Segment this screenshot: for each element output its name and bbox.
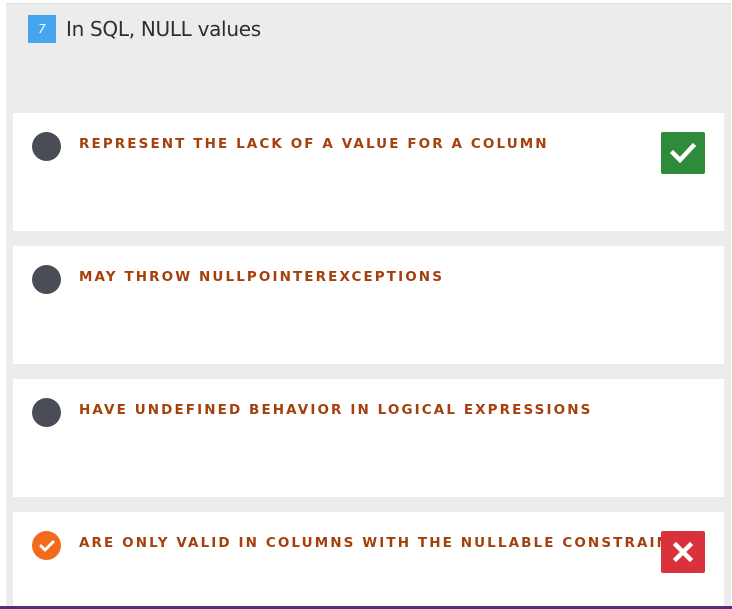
answer-option[interactable]: REPRESENT THE LACK OF A VALUE FOR A COLU… (13, 113, 724, 231)
correct-check-icon (661, 132, 705, 174)
answer-option[interactable]: MAY THROW NULLPOINTEREXCEPTIONS (13, 246, 724, 364)
option-label: ARE ONLY VALID IN COLUMNS WITH THE NULLA… (79, 535, 682, 551)
answer-option-selected[interactable]: ARE ONLY VALID IN COLUMNS WITH THE NULLA… (13, 512, 724, 607)
radio-unselected-icon[interactable] (32, 398, 61, 427)
option-label: MAY THROW NULLPOINTEREXCEPTIONS (79, 269, 445, 285)
question-panel: 7 In SQL, NULL values REPRESENT THE LACK… (6, 3, 731, 607)
option-label: HAVE UNDEFINED BEHAVIOR IN LOGICAL EXPRE… (79, 402, 593, 418)
question-title: In SQL, NULL values (66, 17, 261, 41)
option-label: REPRESENT THE LACK OF A VALUE FOR A COLU… (79, 136, 549, 152)
radio-unselected-icon[interactable] (32, 132, 61, 161)
answer-option[interactable]: HAVE UNDEFINED BEHAVIOR IN LOGICAL EXPRE… (13, 379, 724, 497)
radio-selected-check-icon[interactable] (32, 531, 61, 560)
wrong-x-icon (661, 531, 705, 573)
question-number-badge: 7 (28, 15, 56, 43)
question-header: 7 In SQL, NULL values (28, 14, 261, 44)
radio-unselected-icon[interactable] (32, 265, 61, 294)
